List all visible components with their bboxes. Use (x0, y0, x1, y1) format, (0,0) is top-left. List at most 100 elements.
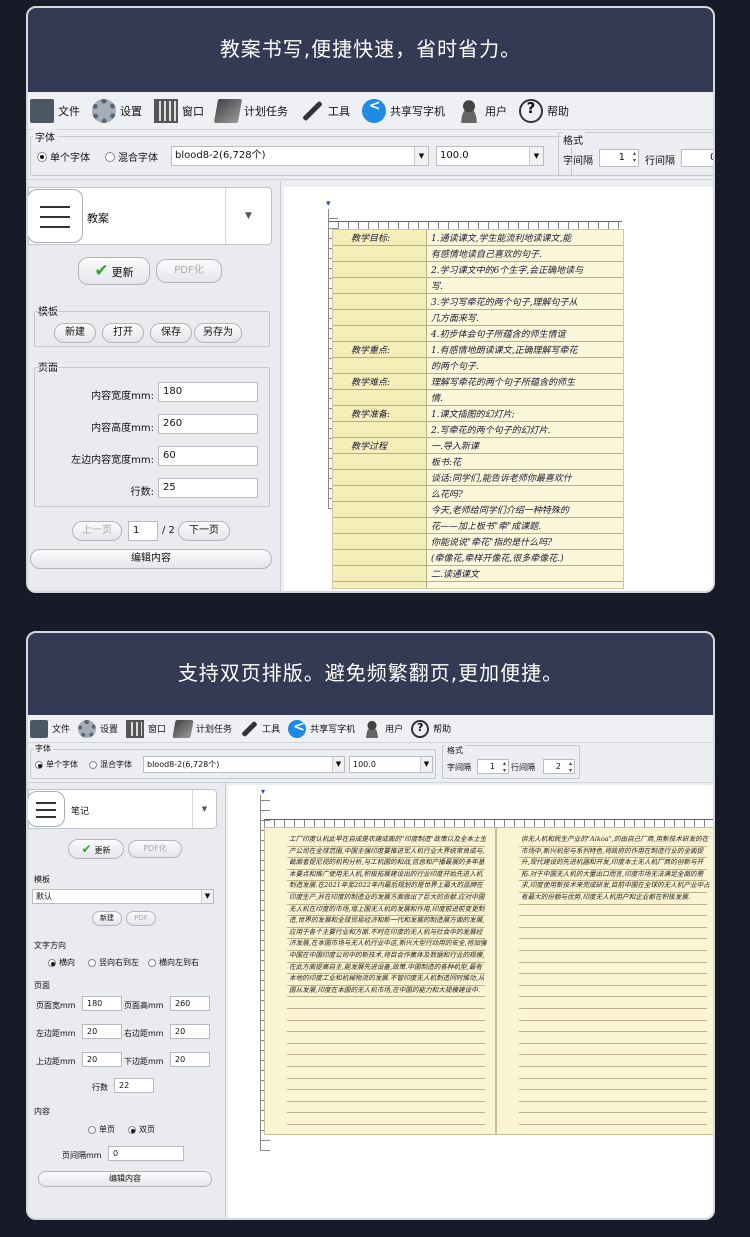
radio-mixed-font[interactable]: 混合字体 (105, 149, 158, 164)
template-save-button[interactable]: 保存 (150, 323, 192, 343)
radio-vertical-rl[interactable]: 竖向右到左 (88, 957, 139, 968)
size-select[interactable]: 100.0 ▼ (349, 756, 433, 773)
menu-window[interactable]: 窗口 (126, 719, 166, 738)
content-height-input[interactable]: 260 (158, 414, 258, 434)
lesson-row: 二.读通课文 (333, 566, 623, 582)
menu-help[interactable]: 帮助 (519, 98, 569, 123)
page-rule-line (519, 845, 707, 847)
lesson-row-text: 一.导入新课 (431, 442, 479, 452)
template-open-button[interactable]: 打开 (102, 323, 144, 343)
lesson-row-label: 教学难点: (351, 378, 391, 388)
radio-dot (35, 760, 43, 769)
pdf-button[interactable]: PDF化 (128, 840, 182, 858)
menu-plan-task[interactable]: 计划任务 (213, 98, 288, 123)
radio-dot (37, 151, 47, 162)
edit-content-button[interactable]: 编辑内容 (30, 549, 272, 569)
radio-horizontal-rl[interactable]: 横向左到右 (148, 957, 199, 968)
menu-file[interactable]: 文件 (30, 98, 80, 123)
update-button[interactable]: ✔ 更新 (78, 257, 150, 285)
menu-user[interactable]: 用户 (457, 98, 507, 123)
char-spacing-label: 字间隔 (447, 763, 471, 772)
char-spacing-input[interactable]: 1 (477, 759, 509, 774)
menu-share-writer[interactable]: 共享写字机 (288, 719, 355, 738)
page-rule-line (519, 892, 707, 893)
next-page-button[interactable]: 下一页 (178, 521, 230, 541)
char-spacing-input[interactable]: 1 (599, 149, 639, 167)
template-label: 模板 (34, 875, 50, 884)
menu-file[interactable]: 文件 (30, 719, 70, 738)
menu-share-writer[interactable]: 共享写字机 (362, 98, 445, 123)
left-margin-input[interactable]: 20 (82, 1024, 122, 1039)
page-rule-line (519, 961, 707, 963)
menu-tools[interactable]: 工具 (240, 720, 280, 738)
wrench-icon (300, 99, 324, 123)
rows-input[interactable]: 25 (158, 478, 258, 498)
document-type-label: 笔记 (71, 807, 90, 817)
radio-horizontal[interactable]: 横向 (48, 957, 75, 968)
rows-label: 行数: (130, 487, 154, 498)
template-new-button[interactable]: 新建 (92, 911, 122, 926)
right-margin-input[interactable]: 20 (170, 1024, 210, 1039)
chevron-down-icon[interactable]: ▼ (192, 790, 216, 828)
left-width-input[interactable]: 60 (158, 446, 258, 466)
line-spacing-input[interactable]: 2 (543, 759, 575, 774)
document-type-picker[interactable]: 教案 ▼ (28, 187, 272, 245)
update-button[interactable]: ✔ 更新 (68, 839, 124, 859)
bottom-margin-input[interactable]: 20 (170, 1052, 210, 1067)
top-margin-input[interactable]: 20 (82, 1052, 122, 1067)
radio-single-font[interactable]: 单个字体 (35, 759, 78, 770)
template-new-button[interactable]: 新建 (54, 323, 96, 343)
page-rule-line (287, 1054, 485, 1056)
edit-content-button[interactable]: 编辑内容 (38, 1171, 212, 1187)
line-spacing-input[interactable]: 0 (681, 149, 713, 167)
page-width-input[interactable]: 180 (82, 996, 122, 1011)
lesson-row: 教学过程 一.导入新课 (333, 438, 623, 454)
pdf-button[interactable]: PDF化 (156, 259, 222, 283)
page-rule-line (287, 938, 485, 940)
menu-icon[interactable] (28, 189, 83, 243)
radio-double-page[interactable]: 双页 (128, 1124, 155, 1135)
lesson-lines: 教学目标: 1.通读课文,学生能流利地读课文,能 有感情地读自己喜欢的句子. 2.学习… (333, 230, 623, 588)
lesson-row-text: 1.通读课文,学生能流利地读课文,能 (431, 234, 572, 244)
lesson-row: 写. (333, 278, 623, 294)
menu-settings[interactable]: 设置 (92, 98, 142, 123)
font-select[interactable]: blood8-2(6,728个) ▼ (143, 756, 345, 773)
lesson-row: 几方面来写. (333, 310, 623, 326)
template-pdf-button[interactable]: PDF (126, 911, 156, 926)
menu-window[interactable]: 窗口 (154, 98, 204, 123)
lesson-row-text: 你能说说"牵花"指的是什么吗? (431, 538, 553, 548)
font-select[interactable]: blood8-2(6,728个) ▼ (171, 146, 429, 166)
radio-label: 混合字体 (118, 153, 158, 164)
template-save-as-button[interactable]: 另存为 (194, 323, 242, 343)
menu-user[interactable]: 用户 (363, 719, 403, 738)
menu-icon[interactable] (28, 791, 65, 827)
menu-tools[interactable]: 工具 (300, 99, 350, 123)
radio-mixed-font[interactable]: 混合字体 (89, 759, 132, 770)
feature-panel-lesson: 教案书写,便捷快速，省时省力。 文件 设置 窗口 计划任务 工具 共享写字机 用… (26, 6, 715, 593)
menu-settings[interactable]: 设置 (78, 719, 118, 738)
template-select[interactable]: 默认 ▼ (32, 889, 214, 904)
radio-single-page[interactable]: 单页 (88, 1124, 115, 1135)
size-select[interactable]: 100.0 ▼ (436, 146, 544, 166)
radio-label: 混合字体 (100, 760, 132, 769)
prev-page-button[interactable]: 上一页 (72, 521, 122, 541)
content-width-input[interactable]: 180 (158, 382, 258, 402)
chevron-down-icon: ▼ (201, 890, 213, 903)
radio-label: 横向左到右 (159, 958, 199, 967)
menu-label: 用户 (485, 104, 507, 118)
page-height-input[interactable]: 260 (170, 996, 210, 1011)
page-number-input[interactable]: 1 (128, 521, 158, 541)
char-spacing-label: 字间隔 (563, 156, 593, 167)
page-rule-line (519, 857, 707, 859)
menu-label: 工具 (262, 725, 281, 735)
menu-plan-task[interactable]: 计划任务 (172, 719, 232, 738)
menu-help[interactable]: 帮助 (411, 719, 451, 738)
chevron-down-icon[interactable]: ▼ (225, 188, 271, 244)
rows-input[interactable]: 22 (114, 1078, 154, 1093)
document-type-picker[interactable]: 笔记 ▼ (28, 789, 217, 829)
page-rule-line (287, 961, 485, 963)
radio-single-font[interactable]: 单个字体 (37, 149, 90, 164)
page-rule-line (519, 1031, 707, 1033)
page-gap-input[interactable]: 0 (108, 1146, 184, 1161)
page-rule-line (519, 1019, 707, 1021)
